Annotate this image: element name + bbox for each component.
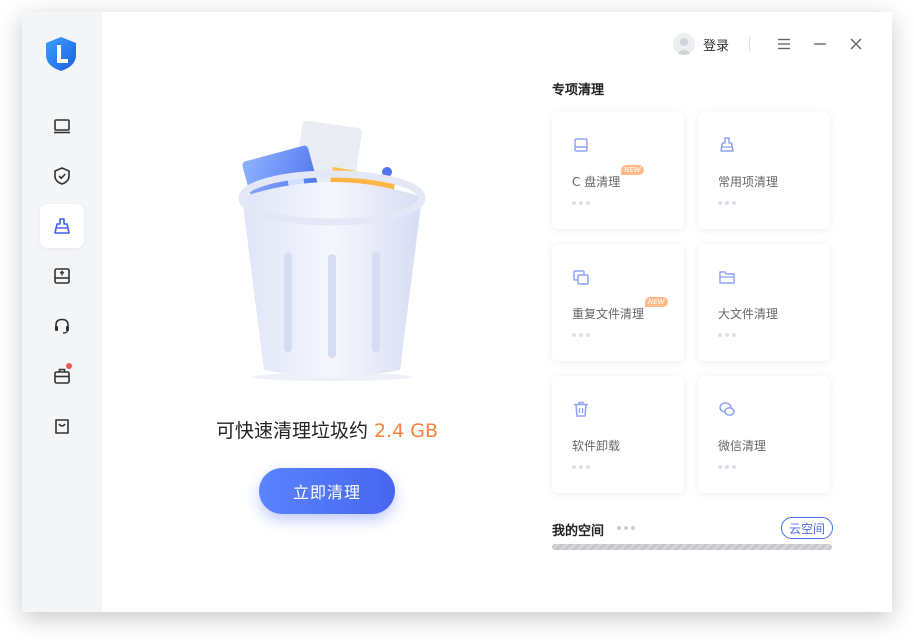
junk-summary: 可快速清理垃圾约 2.4 GB [102, 416, 552, 443]
login-label: 登录 [703, 35, 729, 54]
broom-icon [52, 216, 72, 236]
avatar [673, 33, 695, 55]
trash-icon [572, 400, 590, 418]
broom-icon [718, 136, 736, 154]
user-icon [673, 33, 695, 55]
card-c-drive-clean[interactable]: C 盘清理NEW [552, 112, 684, 229]
card-label: 常用项清理 [718, 175, 778, 189]
loading-dots [572, 333, 590, 337]
junk-size: 2.4 GB [374, 420, 438, 442]
app-logo-icon [44, 36, 78, 72]
drive-icon [52, 266, 72, 286]
summary-text: 可快速清理垃圾约 [216, 420, 368, 442]
monitor-icon [52, 116, 72, 136]
sidebar [22, 12, 102, 612]
card-label: 微信清理 [718, 439, 766, 453]
new-badge: NEW [621, 165, 644, 175]
card-label: 重复文件清理 [572, 307, 644, 321]
card-wechat-clean[interactable]: 微信清理 [698, 376, 830, 493]
notification-dot [66, 363, 72, 369]
card-label: C 盘清理 [572, 175, 620, 189]
storage-progress-bar [552, 544, 832, 550]
wechat-icon [718, 400, 736, 418]
bag-icon [52, 416, 72, 436]
close-button[interactable] [838, 30, 874, 58]
card-software-uninstall[interactable]: 软件卸载 [552, 376, 684, 493]
card-large-files-clean[interactable]: 大文件清理 [698, 244, 830, 361]
title-bar: 登录 [673, 30, 892, 58]
nav-item-clean[interactable] [40, 204, 84, 248]
nav-item-toolbox[interactable] [40, 354, 84, 398]
nav-item-drive[interactable] [40, 254, 84, 298]
new-badge: NEW [645, 297, 668, 307]
trash-bin-illustration [232, 112, 432, 382]
nav-item-store[interactable] [40, 404, 84, 448]
app-window: 登录 [22, 12, 892, 612]
nav-item-security[interactable] [40, 154, 84, 198]
loading-dots [718, 201, 736, 205]
loading-dots [718, 333, 736, 337]
card-common-items-clean[interactable]: 常用项清理 [698, 112, 830, 229]
my-space-title: 我的空间 [552, 520, 604, 539]
toolbox-icon [52, 366, 72, 386]
menu-button[interactable] [766, 30, 802, 58]
loading-dots [718, 465, 736, 469]
headset-icon [52, 316, 72, 336]
menu-icon [777, 37, 791, 51]
duplicate-files-icon [572, 268, 590, 286]
minimize-button[interactable] [802, 30, 838, 58]
folder-icon [718, 268, 736, 286]
drive-icon [572, 136, 590, 154]
title-bar-divider [749, 36, 750, 52]
login-button[interactable]: 登录 [673, 33, 729, 55]
loading-dots [617, 526, 635, 530]
clean-now-button[interactable]: 立即清理 [259, 468, 395, 514]
card-label: 软件卸载 [572, 439, 620, 453]
nav-item-computer[interactable] [40, 104, 84, 148]
card-duplicate-files-clean[interactable]: 重复文件清理NEW [552, 244, 684, 361]
shield-check-icon [52, 166, 72, 186]
nav-item-support[interactable] [40, 304, 84, 348]
loading-dots [572, 201, 590, 205]
section-title-special-clean: 专项清理 [552, 79, 604, 98]
loading-dots [572, 465, 590, 469]
close-icon [849, 37, 863, 51]
card-label: 大文件清理 [718, 307, 778, 321]
minimize-icon [813, 37, 827, 51]
cloud-space-button[interactable]: 云空间 [781, 517, 833, 539]
